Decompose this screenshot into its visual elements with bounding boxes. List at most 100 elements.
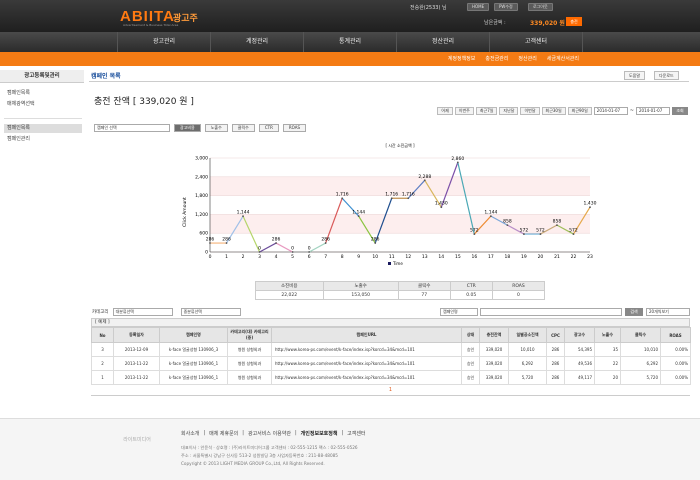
lnb-item-campaign-list-selected[interactable]: 캠페인목록 [4, 124, 82, 133]
cell-url[interactable]: http://www.korea-ps.com/event/k-face/ind… [271, 342, 462, 357]
cell-url[interactable]: http://www.korea-ps.com/event/k-face/ind… [271, 356, 462, 371]
lnb-item-media-select[interactable]: 매체광역선택 [4, 100, 82, 109]
col-campaign: 캠페인명 [159, 327, 228, 343]
date-last7-button[interactable]: 최근7일 [475, 107, 498, 115]
cell-campaign[interactable]: k-face 얼굴성형 130906_1 [159, 370, 228, 385]
table-row[interactable]: 2 2013-11-22 k-face 얼굴성형 130906_1 병원 성형외… [91, 356, 691, 371]
col-no: No [91, 327, 114, 343]
cell-daily-spend: 5,720 [508, 370, 547, 385]
search-field-select[interactable]: 캠페인명 [440, 308, 478, 316]
footer-support-link[interactable]: 고객센터 [347, 430, 365, 437]
change-password-button[interactable]: PW수정 [494, 3, 518, 11]
summary-cost: 22,022 [255, 290, 324, 300]
col-category: 카테고리(대) 카테고리(중) [227, 327, 272, 343]
chart-data-label: 572 [536, 228, 545, 234]
chart-xtick: 5 [291, 254, 294, 260]
metric-clicks-button[interactable]: 클릭수 [231, 124, 255, 132]
chart-xtick: 17 [488, 254, 494, 260]
chart-xtick: 1 [225, 254, 228, 260]
metric-impressions-button[interactable]: 노출수 [204, 124, 228, 132]
chart-data-label: 1,430 [435, 201, 448, 207]
metric-roas-button[interactable]: ROAS [282, 124, 306, 132]
date-last-month-button[interactable]: 지난달 [499, 107, 519, 115]
gnb-account-management[interactable]: 계정관리 [210, 32, 303, 52]
date-to-input[interactable]: 2014-01-07 [636, 107, 670, 115]
chart-ytick: 2,400 [195, 174, 208, 180]
col-cpc: CPC [546, 327, 565, 343]
date-from-input[interactable]: 2014-01-07 [593, 107, 628, 115]
date-yesterday-button[interactable]: 어제 [437, 107, 453, 115]
subnav-charge[interactable]: 충전금관리 [482, 52, 511, 66]
cell-campaign[interactable]: k-face 얼굴성형 130906_1 [159, 356, 228, 371]
gnb-customer-center[interactable]: 고객센터 [489, 32, 583, 52]
search-input[interactable] [480, 308, 622, 316]
download-button[interactable]: 다운로드 [654, 71, 679, 80]
metric-cost-button[interactable]: 광고비용 [174, 124, 201, 132]
cell-status: 승인 [461, 356, 480, 371]
cell-category: 병원 성형외과 [227, 356, 272, 371]
logout-button[interactable]: 로그아웃 [528, 3, 553, 11]
chart-xtick: 10 [372, 254, 378, 260]
chart-xtick: 0 [209, 254, 212, 260]
chart-ytick: 1,200 [195, 212, 208, 218]
lnb-item-campaign-list[interactable]: 캠페인목록 [4, 89, 82, 98]
page-title: 캠페인 목록 [91, 73, 121, 80]
date-search-button[interactable]: 조회 [672, 107, 688, 115]
cell-clicks: 10,010 [620, 342, 661, 357]
cell-roas: 0.00% [660, 342, 691, 357]
subcategory-select[interactable]: 중분류선택 [180, 308, 241, 316]
home-button[interactable]: HOME [467, 3, 490, 11]
footer-about-link[interactable]: 회사소개 [181, 430, 199, 437]
metric-ctr-button[interactable]: CTR [258, 124, 279, 132]
chart-data-label: 286 [371, 237, 380, 243]
category-label: 카테고리 [92, 310, 109, 315]
date-this-month-button[interactable]: 이번달 [520, 107, 540, 115]
balance-value: 339,020 원 [530, 20, 565, 27]
gnb-settlement-management[interactable]: 정산관리 [396, 32, 489, 52]
charge-balance: 충전 잔액 [ 339,020 원 ] [94, 97, 194, 107]
chart-xtick: 14 [438, 254, 444, 260]
table-row[interactable]: 3 2013-12-09 k-face 얼굴성형 130906_3 병원 성형외… [91, 342, 691, 357]
campaign-select[interactable]: 캠페인 선택 [94, 124, 170, 132]
balance-label: 남은금액 : [484, 20, 506, 26]
cell-date: 2013-11-22 [113, 356, 160, 371]
page-link-1[interactable]: 1 [389, 387, 392, 393]
cell-campaign[interactable]: k-face 얼굴성형 130906_3 [159, 342, 228, 357]
footer-links: 회사소개 | 매체 제휴문의 | 광고서비스 이용약관 | 개인정보보호정책 | 고객센… [181, 430, 366, 437]
footer-terms-link[interactable]: 광고서비스 이용약관 [248, 430, 291, 437]
help-button[interactable]: 도움말 [624, 71, 646, 80]
date-last90-button[interactable]: 최근90일 [567, 107, 592, 115]
subnav-settlement[interactable]: 정산관리 [515, 52, 539, 66]
gnb-stats-management[interactable]: 통계관리 [303, 32, 396, 52]
subnav-account-policy[interactable]: 계정정책정보 [445, 52, 479, 66]
cell-url[interactable]: http://www.korea-ps.com/event/k-face/ind… [271, 370, 462, 385]
cell-ads: 54,395 [564, 342, 595, 357]
search-button[interactable]: 검색 [625, 308, 643, 316]
chart-xtick: 9 [357, 254, 360, 260]
per-page-select[interactable]: 20개씩보기 [646, 308, 690, 316]
table-row[interactable]: 1 2013-11-22 k-face 얼굴성형 130906_1 병원 성형외… [91, 370, 691, 385]
chart-data-label: 1,716 [402, 192, 415, 198]
chart-ytick: 1,800 [195, 193, 208, 199]
footer-partner-link[interactable]: 매체 제휴문의 [209, 430, 238, 437]
gnb-ad-management[interactable]: 광고관리 [117, 32, 210, 52]
date-separator: ~ [629, 108, 634, 114]
charge-button[interactable]: 충전 [566, 17, 582, 26]
category-select[interactable]: 대분류선택 [112, 308, 173, 316]
subnav-tax-invoice[interactable]: 세금계산서관리 [544, 52, 582, 66]
col-daily-spend: 일별공소진액 [508, 327, 547, 343]
chart-xtick: 11 [389, 254, 395, 260]
list-filter: 카테고리 대분류선택 중분류선택 [92, 308, 241, 316]
footer: 라이트미디어 회사소개 | 매체 제휴문의 | 광고서비스 이용약관 | 개인정보보호… [0, 418, 700, 480]
date-this-week-button[interactable]: 이번주 [454, 107, 474, 115]
lnb-item-campaign-manage[interactable]: 캠페인관리 [4, 135, 82, 144]
summary-header-ctr: CTR [449, 281, 493, 291]
chart-data-label: 1,716 [385, 192, 398, 198]
chart-xtick: 3 [258, 254, 261, 260]
chart-data-label: 858 [553, 219, 562, 225]
footer-privacy-link[interactable]: 개인정보보호정책 [301, 430, 338, 437]
chart-legend-swatch [388, 262, 391, 265]
chart-xtick: 21 [554, 254, 560, 260]
chart-data-label: 286 [321, 237, 330, 243]
date-last30-button[interactable]: 최근30일 [541, 107, 566, 115]
